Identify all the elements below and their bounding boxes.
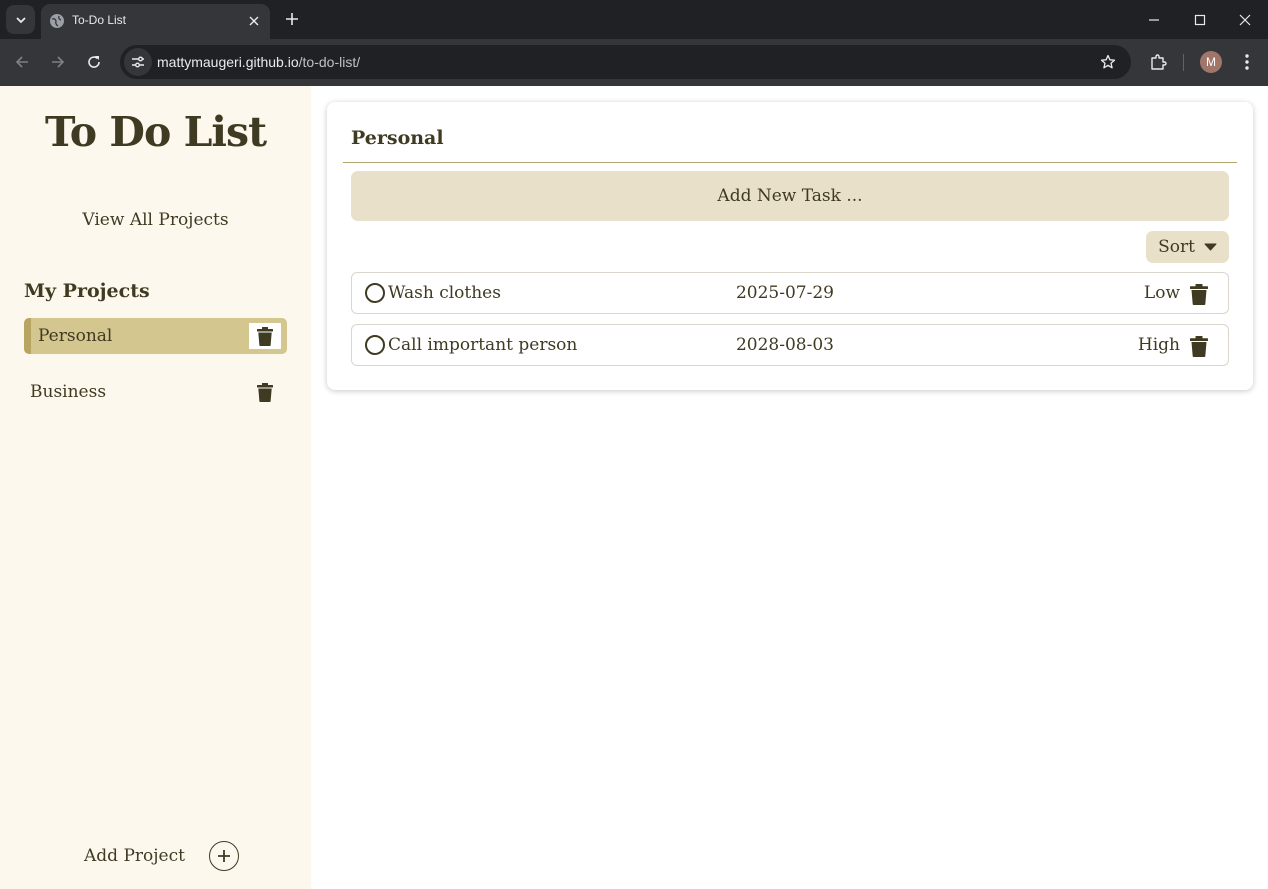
main-content: Personal Add New Task ... Sort Wash clot… [311, 86, 1268, 889]
bookmark-button[interactable] [1099, 53, 1117, 71]
url-host: mattymaugeri.github.io [157, 54, 299, 70]
task-priority: High [1137, 335, 1180, 355]
trash-icon [257, 326, 273, 346]
delete-project-button[interactable] [249, 379, 281, 405]
more-vert-icon [1245, 54, 1249, 70]
tab-title: To-Do List [72, 13, 127, 27]
project-card: Personal Add New Task ... Sort Wash clot… [327, 102, 1253, 390]
reload-icon [88, 56, 100, 68]
close-window-button[interactable] [1222, 0, 1268, 39]
task-date: 2025-07-29 [735, 283, 834, 303]
plus-icon [286, 13, 298, 25]
add-project: Add Project [84, 841, 239, 871]
site-settings-icon [132, 56, 144, 68]
task-priority: Low [1143, 283, 1180, 303]
close-icon [1239, 14, 1251, 25]
delete-project-button[interactable] [249, 323, 281, 349]
extensions-icon [1151, 54, 1167, 70]
star-icon [1100, 54, 1116, 69]
project-title: Personal [351, 127, 444, 149]
profile-avatar[interactable]: M [1200, 51, 1222, 73]
my-projects-heading: My Projects [24, 280, 150, 302]
add-project-label: Add Project [84, 846, 185, 866]
caret-down-icon [1204, 243, 1217, 251]
sidebar: To Do List View All Projects My Projects… [0, 86, 311, 889]
minimize-button[interactable] [1131, 0, 1177, 39]
task-row[interactable]: Wash clothes 2025-07-29 Low [351, 272, 1229, 314]
maximize-button[interactable] [1177, 0, 1223, 39]
minimize-icon [1149, 18, 1159, 21]
task-row[interactable]: Call important person 2028-08-03 High [351, 324, 1229, 366]
site-settings-button[interactable] [124, 48, 152, 76]
project-item-business[interactable]: Business [24, 374, 287, 410]
tab-search-button[interactable] [6, 5, 35, 34]
url-text: mattymaugeri.github.io/to-do-list/ [157, 54, 360, 70]
add-task-button[interactable]: Add New Task ... [351, 171, 1229, 221]
trash-icon [257, 382, 273, 402]
browser-tabstrip: To-Do List [0, 0, 1268, 39]
browser-tab[interactable]: To-Do List [41, 4, 270, 39]
back-icon [15, 56, 28, 68]
new-tab-button[interactable] [282, 9, 302, 29]
url-path: /to-do-list/ [298, 54, 361, 70]
chevron-down-icon [15, 16, 26, 23]
forward-icon [52, 56, 65, 68]
delete-task-button[interactable] [1188, 334, 1210, 358]
globe-icon [50, 14, 64, 28]
browser-toolbar: mattymaugeri.github.io/to-do-list/ M [0, 39, 1268, 86]
project-label: Personal [38, 326, 113, 346]
reload-button[interactable] [82, 50, 106, 74]
project-item-personal[interactable]: Personal [24, 318, 287, 354]
task-date: 2028-08-03 [735, 335, 834, 355]
view-all-projects-link[interactable]: View All Projects [0, 210, 311, 230]
menu-button[interactable] [1236, 51, 1258, 73]
sort-label: Sort [1158, 237, 1195, 257]
plus-icon [217, 850, 230, 862]
tab-close-button[interactable] [246, 13, 262, 29]
divider [343, 162, 1237, 163]
trash-icon [1190, 283, 1208, 305]
extensions-button[interactable] [1147, 51, 1169, 73]
app-title: To Do List [44, 108, 267, 156]
maximize-icon [1194, 14, 1206, 25]
trash-icon [1190, 335, 1208, 357]
toolbar-separator [1183, 54, 1184, 71]
close-icon [249, 16, 259, 26]
forward-button[interactable] [46, 50, 70, 74]
add-project-button[interactable] [208, 841, 239, 871]
project-label: Business [30, 382, 107, 402]
sort-button[interactable]: Sort [1146, 231, 1229, 263]
delete-task-button[interactable] [1188, 282, 1210, 306]
address-bar[interactable]: mattymaugeri.github.io/to-do-list/ [120, 45, 1131, 79]
back-button[interactable] [10, 50, 34, 74]
